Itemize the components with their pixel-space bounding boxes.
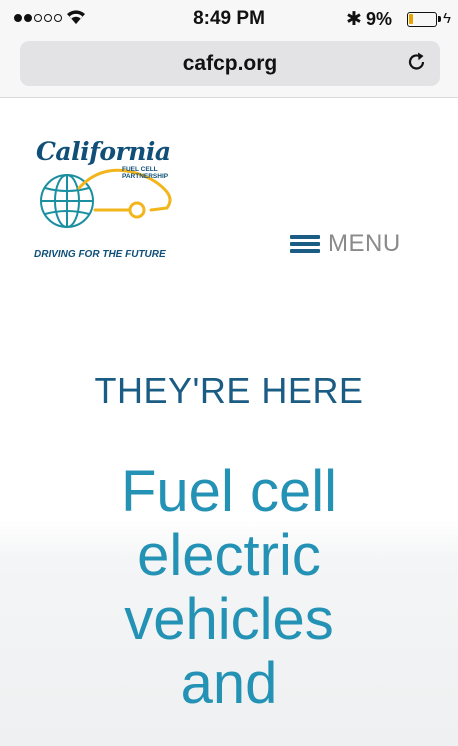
logo-subtitle-line2: PARTNERSHIP xyxy=(122,173,169,180)
logo-tagline: DRIVING FOR THE FUTURE xyxy=(34,249,166,260)
menu-label[interactable]: MENU xyxy=(328,230,401,258)
battery-level-fill xyxy=(409,14,413,24)
url-text[interactable]: cafcp.org xyxy=(20,52,440,76)
hero-title-line: Fuel cell xyxy=(121,459,337,524)
charging-icon: ϟ xyxy=(443,10,451,27)
hero-title-line: and xyxy=(180,651,278,716)
status-bar: 8:49 PM ✱ 9% ϟ xyxy=(0,0,458,36)
hero-title-line: electric xyxy=(137,523,321,588)
address-bar[interactable]: cafcp.org xyxy=(20,41,440,86)
hamburger-icon[interactable] xyxy=(290,235,320,253)
hero-title-line: vehicles xyxy=(124,587,334,652)
browser-chrome: 8:49 PM ✱ 9% ϟ cafcp.org xyxy=(0,0,458,98)
logo-title: California xyxy=(36,137,171,166)
battery-percent: 9% xyxy=(366,9,393,29)
logo-subtitle-line1: FUEL CELL xyxy=(122,166,158,173)
bluetooth-icon: ✱ xyxy=(346,9,362,30)
reload-icon[interactable] xyxy=(406,51,428,73)
hero-subtitle: THEY'RE HERE xyxy=(94,370,364,411)
battery-icon xyxy=(407,12,441,27)
menu-button[interactable]: MENU xyxy=(290,229,401,259)
